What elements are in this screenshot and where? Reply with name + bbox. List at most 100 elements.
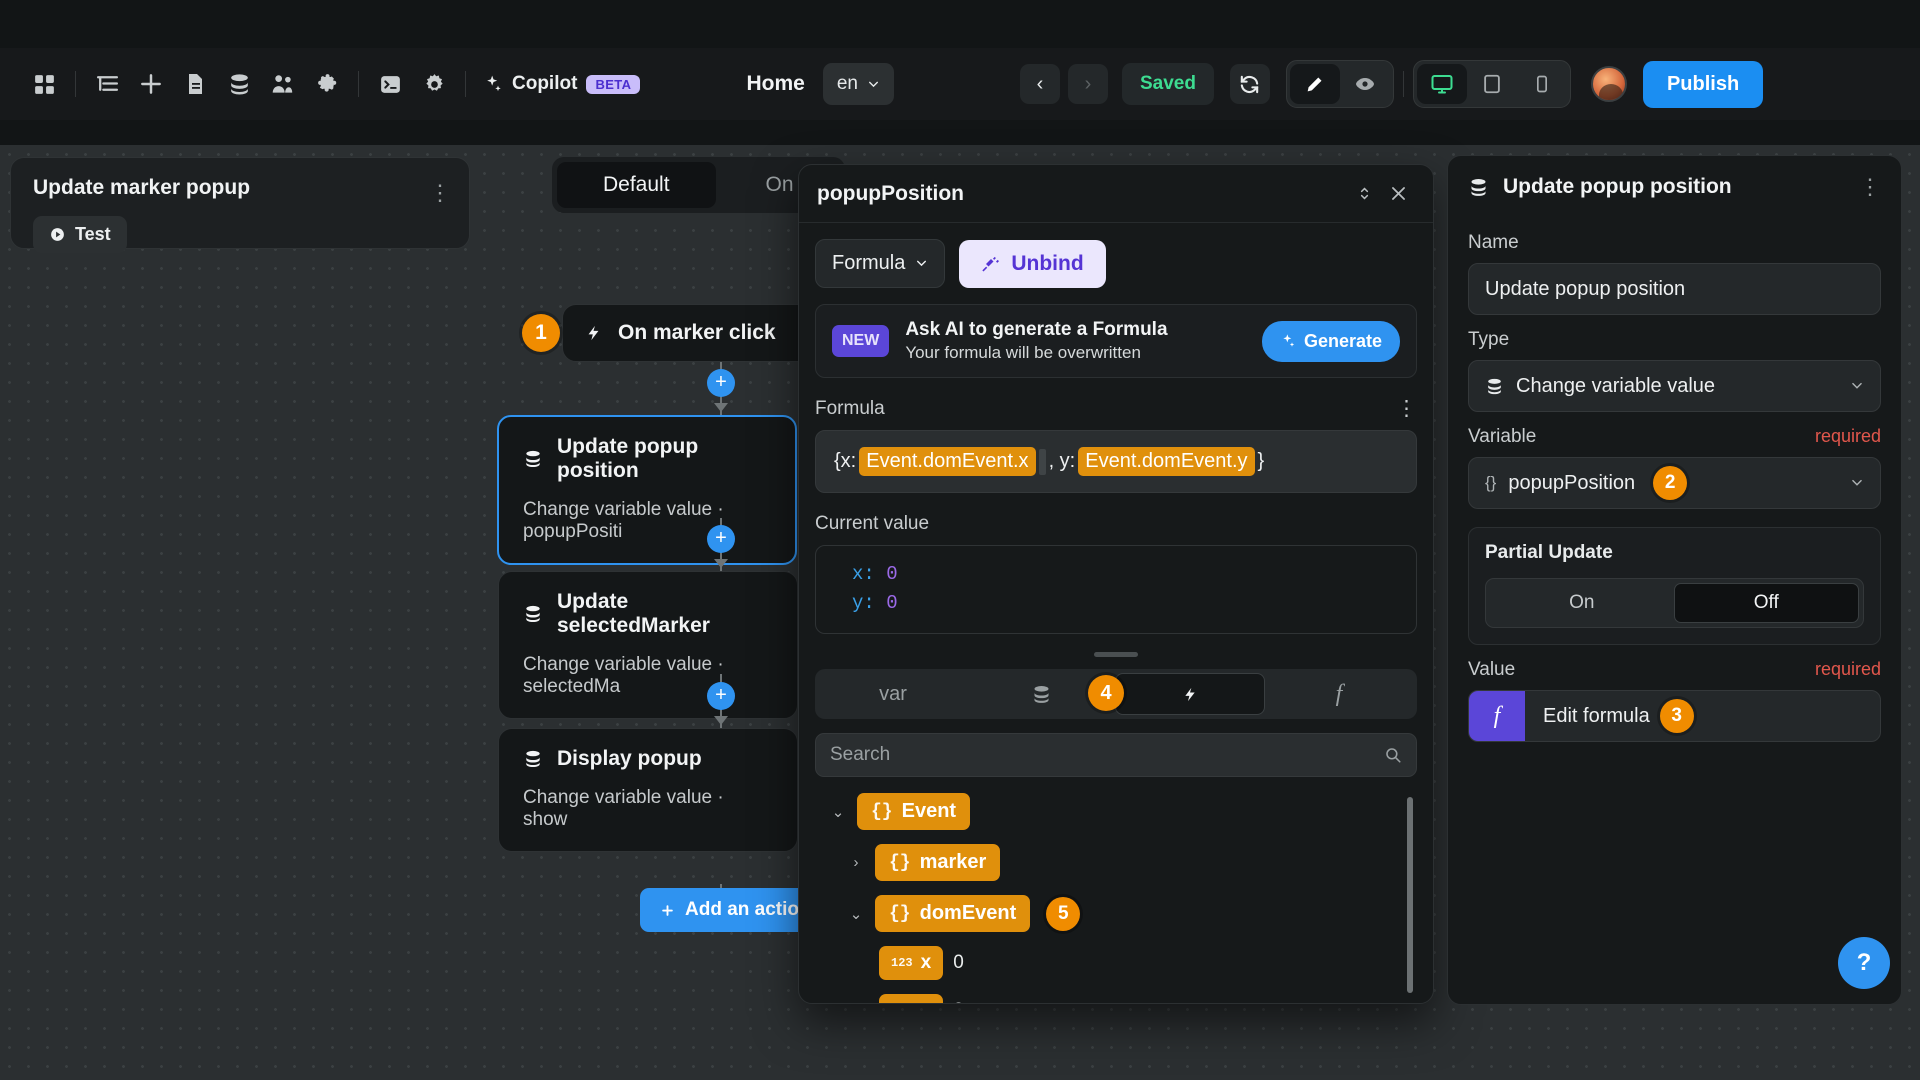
history-back-button[interactable]: ‹: [1020, 64, 1060, 104]
mobile-icon[interactable]: [1517, 64, 1567, 104]
formula-text-mid: , y:: [1049, 450, 1076, 473]
publish-button[interactable]: Publish: [1643, 61, 1763, 108]
expand-collapse-icon[interactable]: [1347, 177, 1381, 211]
chevron-down-icon[interactable]: ⌄: [829, 803, 847, 821]
chevron-down-icon[interactable]: ⌄: [847, 905, 865, 923]
test-label: Test: [75, 224, 111, 245]
variable-value: popupPosition: [1508, 472, 1635, 495]
insert-action-2[interactable]: +: [707, 525, 735, 553]
flow-summary-card[interactable]: Update marker popup ⋮ Test: [10, 157, 470, 249]
function-icon: f: [1336, 681, 1343, 708]
partial-update-off[interactable]: Off: [1674, 583, 1860, 623]
copilot-button[interactable]: Copilot BETA: [483, 73, 640, 95]
language-selector[interactable]: en: [823, 63, 894, 105]
search-icon[interactable]: [1384, 746, 1402, 764]
insert-action-3[interactable]: +: [707, 682, 735, 710]
tab-variables[interactable]: var: [819, 673, 967, 715]
tree-scrollbar[interactable]: [1407, 797, 1413, 993]
grid-icon[interactable]: [22, 62, 66, 106]
ai-banner-subtext: Your formula will be overwritten: [905, 343, 1246, 363]
variable-search[interactable]: [815, 733, 1417, 777]
formula-token-x[interactable]: Event.domEvent.x: [859, 447, 1035, 476]
desktop-icon[interactable]: [1417, 64, 1467, 104]
annotation-badge-3: 3: [1660, 699, 1694, 733]
database-icon: [523, 749, 543, 769]
chevron-down-icon: [1850, 379, 1864, 393]
page-icon[interactable]: [173, 62, 217, 106]
binding-mode-select[interactable]: Formula: [815, 239, 945, 288]
tree-item-y[interactable]: 123 y 0: [879, 994, 1417, 1004]
tree-item-event[interactable]: ⌄ {} Event: [829, 793, 1417, 830]
ai-formula-banner: NEW Ask AI to generate a Formula Your fo…: [815, 304, 1417, 378]
partial-update-toggle: On Off: [1485, 578, 1864, 628]
tab-functions[interactable]: f: [1265, 673, 1413, 715]
eye-icon[interactable]: [1340, 64, 1390, 104]
users-icon[interactable]: [261, 62, 305, 106]
test-button[interactable]: Test: [33, 216, 127, 253]
bolt-icon: [585, 322, 602, 344]
name-label: Name: [1468, 232, 1881, 254]
close-icon[interactable]: [1381, 177, 1415, 211]
action-node-update-selectedmarker[interactable]: Update selectedMarker Change variable va…: [498, 571, 798, 719]
formula-input[interactable]: {x: Event.domEvent.x , y: Event.domEvent…: [815, 430, 1417, 493]
chevron-right-icon[interactable]: ›: [847, 854, 865, 871]
mode-row: Formula Unbind: [815, 239, 1417, 288]
avatar[interactable]: [1591, 66, 1627, 102]
database-icon: [1468, 177, 1489, 198]
tab-events[interactable]: 4: [1115, 673, 1265, 715]
help-button[interactable]: ?: [1838, 937, 1890, 989]
add-action-label: Add an action: [685, 899, 811, 921]
tree-label-domevent: domEvent: [920, 902, 1017, 925]
partial-update-on[interactable]: On: [1490, 583, 1674, 623]
current-value-key-y: y: [852, 592, 863, 614]
tree-item-x[interactable]: 123 x 0: [879, 946, 1417, 980]
variable-select[interactable]: {} popupPosition 2: [1468, 457, 1881, 509]
tree-pill-domevent[interactable]: {} domEvent: [875, 895, 1030, 932]
generate-button[interactable]: Generate: [1262, 321, 1400, 362]
database-icon[interactable]: [217, 62, 261, 106]
flow-menu-icon[interactable]: ⋮: [429, 180, 451, 206]
tree-list-icon[interactable]: [85, 62, 129, 106]
database-icon: [523, 449, 543, 469]
action-node-update-popup-position[interactable]: Update popup position Change variable va…: [497, 415, 797, 565]
more-vertical-icon[interactable]: ⋮: [1396, 402, 1417, 416]
tree-pill-marker[interactable]: {} marker: [875, 844, 1000, 881]
tree-pill-y[interactable]: 123 y: [879, 994, 943, 1004]
type-value: Change variable value: [1516, 375, 1838, 398]
object-type-icon: {}: [889, 853, 911, 873]
gear-icon[interactable]: [412, 62, 456, 106]
tab-default[interactable]: Default: [557, 162, 716, 208]
tree-item-domevent[interactable]: ⌄ {} domEvent 5: [847, 895, 1417, 932]
type-label-text: Type: [1468, 329, 1881, 351]
unbind-button[interactable]: Unbind: [959, 240, 1105, 288]
object-type-icon: {}: [1485, 473, 1496, 493]
history-forward-button[interactable]: ›: [1068, 64, 1108, 104]
refresh-icon[interactable]: [1230, 64, 1270, 104]
puzzle-icon[interactable]: [305, 62, 349, 106]
save-status-badge[interactable]: Saved: [1122, 63, 1214, 105]
more-vertical-icon[interactable]: ⋮: [1859, 174, 1881, 200]
annotation-badge-2: 2: [1653, 466, 1687, 500]
value-formula-field[interactable]: f Edit formula 3: [1468, 690, 1881, 742]
database-icon: [1485, 377, 1504, 396]
tree-item-marker[interactable]: › {} marker: [847, 844, 1417, 881]
current-value-val-y: 0: [886, 592, 897, 614]
name-input[interactable]: Update popup position: [1468, 263, 1881, 315]
resize-grabber[interactable]: [1094, 652, 1138, 657]
annotation-badge-4: 4: [1088, 675, 1124, 711]
action-node-display-popup[interactable]: Display popup Change variable value · sh…: [498, 728, 798, 852]
tree-pill-event[interactable]: {} Event: [857, 793, 970, 830]
terminal-icon[interactable]: [368, 62, 412, 106]
value-label: Value required: [1468, 659, 1881, 681]
type-select[interactable]: Change variable value: [1468, 360, 1881, 412]
search-input[interactable]: [830, 744, 1384, 766]
pencil-icon[interactable]: [1290, 64, 1340, 104]
modal-header: popupPosition: [799, 165, 1433, 223]
formula-token-y[interactable]: Event.domEvent.y: [1078, 447, 1254, 476]
insert-action-1[interactable]: +: [707, 369, 735, 397]
tree-pill-x[interactable]: 123 x: [879, 946, 943, 980]
plus-icon[interactable]: [129, 62, 173, 106]
play-icon: [49, 226, 66, 243]
language-value: en: [837, 73, 858, 95]
tablet-icon[interactable]: [1467, 64, 1517, 104]
